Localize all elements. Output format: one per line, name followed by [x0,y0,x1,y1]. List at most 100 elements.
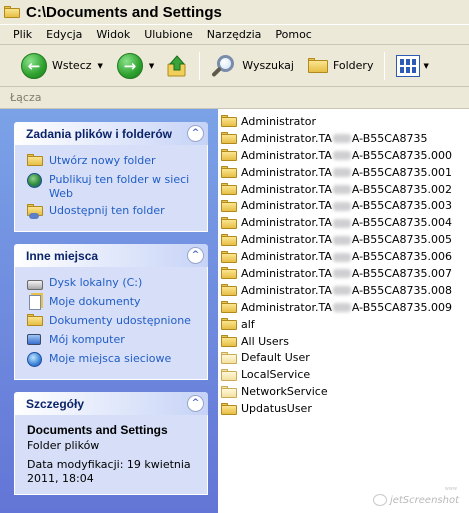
folder-name: Administrator.TA A-B55CA8735.003 [241,199,452,213]
other-places-panel: Inne miejsca ^ Dysk lokalny (C:) Moje do… [14,244,208,380]
folder-item[interactable]: Administrator.TA A-B55CA8735 [221,130,469,147]
back-arrow-icon: ← [21,52,47,79]
redaction-blur [332,168,351,178]
redaction-blur [332,151,351,161]
task-publish-web-label: Publikuj ten folder w sieci Web [49,173,190,200]
back-dropdown-icon[interactable]: ▼ [98,62,103,70]
folder-icon [221,318,237,331]
task-new-folder[interactable]: Utwórz nowy folder [27,154,199,170]
menu-pomoc[interactable]: Pomoc [268,28,318,41]
task-share-folder[interactable]: Udostępnij ten folder [27,204,199,220]
folder-item[interactable]: Administrator.TA A-B55CA8735.007 [221,265,469,282]
folder-name: NetworkService [241,385,328,399]
menu-plik[interactable]: Plik [6,28,39,41]
folder-item[interactable]: Administrator.TA A-B55CA8735.004 [221,214,469,231]
folder-item[interactable]: LocalService [221,366,469,383]
menu-narzedzia[interactable]: Narzędzia [200,28,269,41]
forward-dropdown-icon[interactable]: ▼ [149,62,154,70]
folder-item[interactable]: All Users [221,333,469,350]
folder-name: Administrator.TA A-B55CA8735.000 [241,148,452,162]
folder-icon [221,115,237,128]
views-button[interactable]: ▼ [393,49,431,83]
watermark-small: www [444,486,457,492]
folder-name: UpdatusUser [241,402,312,416]
folder-item[interactable]: alf [221,316,469,333]
folder-icon [221,402,237,415]
watermark: jetScreenshot [372,494,459,506]
place-my-documents[interactable]: Moje dokumenty [27,295,199,311]
collapse-chevron-icon[interactable]: ^ [187,125,204,142]
folder-icon [221,233,237,246]
toolbar-separator [199,51,201,80]
shared-documents-icon [27,314,43,330]
folders-button[interactable]: Foldery [305,49,377,83]
up-button[interactable] [163,49,191,83]
folder-item[interactable]: UpdatusUser [221,400,469,417]
redaction-blur [332,252,351,262]
redaction-blur [332,218,351,228]
folder-name: Administrator [241,114,316,128]
folder-item[interactable]: Administrator [221,113,469,130]
menu-widok[interactable]: Widok [89,28,137,41]
task-new-folder-label: Utwórz nowy folder [49,154,156,167]
folder-item[interactable]: Administrator.TA A-B55CA8735.003 [221,197,469,214]
folder-icon [221,267,237,280]
file-tasks-panel: Zadania plików i folderów ^ Utwórz nowy … [14,122,208,232]
new-folder-icon [27,154,43,170]
file-tasks-title: Zadania plików i folderów [26,126,173,141]
redaction-blur [332,134,351,144]
views-dropdown-icon[interactable]: ▼ [423,62,428,70]
folder-item[interactable]: Administrator.TA A-B55CA8735.006 [221,248,469,265]
menu-ulubione[interactable]: Ulubione [137,28,200,41]
folder-name: Administrator.TA A-B55CA8735.008 [241,283,452,297]
toolbar-separator-2 [384,51,386,80]
place-my-computer[interactable]: Mój komputer [27,333,199,349]
details-header[interactable]: Szczegóły ^ [14,392,208,415]
toolbar: ← Wstecz ▼ → ▼ Wyszukaj Foldery ▼ [0,45,469,87]
window-title: C:\Documents and Settings [26,3,222,21]
publish-web-icon [27,173,43,189]
folder-item[interactable]: Administrator.TA A-B55CA8735.009 [221,299,469,316]
folder-item[interactable]: Administrator.TA A-B55CA8735.008 [221,282,469,299]
folder-item[interactable]: Administrator.TA A-B55CA8735.001 [221,164,469,181]
search-icon [211,53,237,79]
folder-item[interactable]: NetworkService [221,383,469,400]
folder-item[interactable]: Administrator.TA A-B55CA8735.002 [221,181,469,198]
folder-up-icon [166,54,188,78]
my-computer-icon [27,333,43,349]
folder-name: Administrator.TA A-B55CA8735 [241,131,428,145]
folder-icon [221,250,237,263]
search-button[interactable]: Wyszukaj [208,49,297,83]
collapse-chevron-icon[interactable]: ^ [187,247,204,264]
other-places-body: Dysk lokalny (C:) Moje dokumenty Dokumen… [14,267,208,380]
folder-name: Administrator.TA A-B55CA8735.004 [241,216,452,230]
folder-name: All Users [241,334,289,348]
place-local-disk[interactable]: Dysk lokalny (C:) [27,276,199,292]
details-modified: Data modyfikacji: 19 kwietnia 2011, 18:0… [27,458,191,485]
folder-name: Administrator.TA A-B55CA8735.001 [241,165,452,179]
collapse-chevron-icon[interactable]: ^ [187,395,204,412]
details-body: Documents and Settings Folder plików Dat… [14,415,208,495]
folder-name: Administrator.TA A-B55CA8735.007 [241,266,452,280]
folders-label: Foldery [332,59,374,72]
folder-item[interactable]: Default User [221,349,469,366]
forward-arrow-icon: → [116,52,143,79]
search-label: Wyszukaj [242,59,294,72]
folder-item[interactable]: Administrator.TA A-B55CA8735.000 [221,147,469,164]
forward-button[interactable]: → ▼ [114,49,157,83]
task-publish-web[interactable]: Publikuj ten folder w sieci Web [27,173,199,201]
folder-name: Default User [241,351,310,365]
folder-icon [221,149,237,162]
local-disk-icon [27,276,43,292]
links-label: Łącza [10,91,42,104]
folder-name: LocalService [241,368,311,382]
place-network-places[interactable]: Moje miejsca sieciowe [27,352,199,368]
menu-edycja[interactable]: Edycja [39,28,89,41]
file-tasks-header[interactable]: Zadania plików i folderów ^ [14,122,208,145]
back-button[interactable]: ← Wstecz ▼ [18,49,106,83]
other-places-header[interactable]: Inne miejsca ^ [14,244,208,267]
redaction-blur [332,303,351,313]
links-bar[interactable]: Łącza [0,87,469,109]
folder-item[interactable]: Administrator.TA A-B55CA8735.005 [221,231,469,248]
place-shared-documents[interactable]: Dokumenty udostępnione [27,314,199,330]
